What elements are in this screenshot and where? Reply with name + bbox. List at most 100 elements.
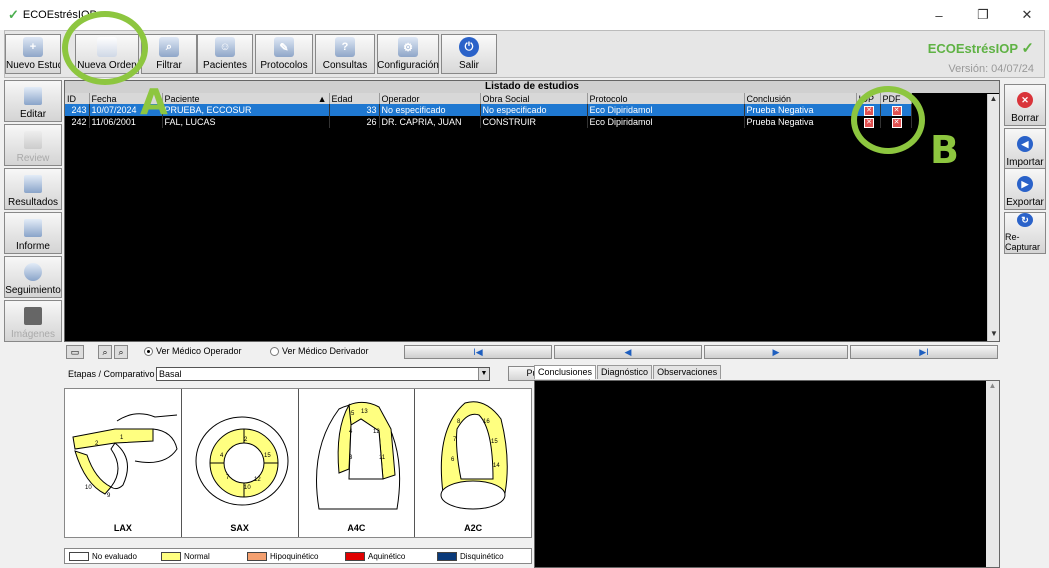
zoom-in-icon[interactable]: ⌕ bbox=[98, 345, 112, 359]
configuracion-button[interactable]: ⚙ Configuración bbox=[377, 34, 439, 74]
legend-swatch bbox=[69, 552, 89, 561]
gear-icon: ⚙ bbox=[398, 37, 418, 57]
legend-aquinetico: Aquinético bbox=[345, 552, 405, 561]
svg-text:12: 12 bbox=[254, 477, 261, 483]
delete-icon: ✕ bbox=[1017, 92, 1033, 108]
tab-diagnostico[interactable]: Diagnóstico bbox=[597, 365, 653, 379]
resultados-button[interactable]: Resultados bbox=[4, 168, 62, 210]
radio-on-icon bbox=[144, 346, 153, 356]
legend-swatch bbox=[161, 552, 181, 561]
person-icon: ☺ bbox=[215, 37, 235, 57]
tab-observaciones[interactable]: Observaciones bbox=[653, 365, 722, 379]
svg-text:10: 10 bbox=[244, 485, 251, 491]
view-label: A2C bbox=[464, 523, 483, 533]
close-button[interactable]: ✕ bbox=[1005, 0, 1049, 30]
svg-text:15: 15 bbox=[491, 439, 498, 445]
imagenes-button[interactable]: Imágenes bbox=[4, 300, 62, 342]
etapas-label: Etapas / Comparativo bbox=[68, 369, 155, 379]
brand-check-icon: ✓ bbox=[1021, 40, 1034, 57]
view-sax[interactable]: 2 15 4 12 10 7 SAX bbox=[182, 389, 299, 537]
col-edad[interactable]: Edad bbox=[329, 93, 380, 104]
power-icon: ⏻ bbox=[459, 37, 479, 57]
view-label: A4C bbox=[347, 523, 366, 533]
view-a4c[interactable]: 5 13 4 12 3 11 A4C bbox=[299, 389, 416, 537]
edit-icon: ✎ bbox=[274, 37, 294, 57]
table-row[interactable]: 242 11/06/2001 FAL, LUCAS 26 DR. CAPRIA,… bbox=[65, 116, 912, 128]
scroll-up-icon[interactable]: ▲ bbox=[988, 94, 999, 106]
col-obra-social[interactable]: Obra Social bbox=[480, 93, 588, 104]
monitor-icon[interactable]: ▭ bbox=[66, 345, 84, 359]
col-operador[interactable]: Operador bbox=[379, 93, 481, 104]
sax-heart-diagram: 215 412 107 bbox=[195, 416, 289, 506]
col-protocolo[interactable]: Protocolo bbox=[587, 93, 745, 104]
borrar-button[interactable]: ✕ Borrar bbox=[1004, 84, 1046, 126]
title-bar: ✓ ECOEstrésIOP – ❐ ✕ bbox=[0, 0, 1049, 30]
legend-no-evaluado: No evaluado bbox=[69, 552, 137, 561]
col-conclusion[interactable]: Conclusión bbox=[744, 93, 857, 104]
nuevo-estudio-button[interactable]: +Nuevo Estudio bbox=[5, 34, 61, 74]
studies-table: ID Fecha Paciente ▲ Edad Operador Obra So… bbox=[65, 93, 912, 128]
edit-icon bbox=[24, 175, 42, 193]
view-label: SAX bbox=[230, 523, 249, 533]
pacientes-button[interactable]: ☺ Pacientes bbox=[197, 34, 253, 74]
conclusiones-textarea[interactable]: ▲ bbox=[534, 380, 1000, 568]
legend-swatch bbox=[437, 552, 457, 561]
sort-up-icon: ▲ bbox=[317, 93, 327, 104]
main-toolbar: +Nuevo Estudio Nueva Orden ⌕Filtrar ☺Pac… bbox=[4, 30, 1045, 78]
add-icon: + bbox=[23, 37, 43, 57]
export-icon: ▶ bbox=[1017, 176, 1033, 192]
etapas-select[interactable]: Basal ▼ bbox=[156, 367, 490, 381]
col-id[interactable]: ID bbox=[65, 93, 90, 104]
restore-button[interactable]: ❐ bbox=[961, 0, 1005, 30]
previous-record-button[interactable]: ◀ bbox=[554, 345, 702, 359]
lax-heart-diagram: 21 109 bbox=[72, 413, 178, 499]
brand-panel: ECOEstrésIOP ✓ Versión: 04/07/24 bbox=[928, 39, 1034, 75]
first-record-button[interactable]: I◀ bbox=[404, 345, 552, 359]
segment-legend: No evaluado Normal Hipoquinético Aquinét… bbox=[64, 548, 532, 564]
salir-button[interactable]: ⏻ Salir bbox=[441, 34, 497, 74]
svg-text:11: 11 bbox=[379, 455, 386, 461]
magnifier-icon: ⌕ bbox=[159, 37, 179, 57]
importar-button[interactable]: ◀ Importar bbox=[1004, 128, 1046, 170]
tab-conclusiones[interactable]: Conclusiones bbox=[534, 365, 597, 379]
informe-button[interactable]: Informe bbox=[4, 212, 62, 254]
view-label: LAX bbox=[113, 523, 132, 533]
ver-medico-operador-radio[interactable]: Ver Médico Operador bbox=[144, 346, 242, 356]
seguimiento-button[interactable]: Seguimiento bbox=[4, 256, 62, 298]
notes-tabs: Conclusiones Diagnóstico Observaciones bbox=[534, 365, 1000, 379]
col-paciente[interactable]: Paciente ▲ bbox=[162, 93, 330, 104]
exportar-button[interactable]: ▶ Exportar bbox=[1004, 168, 1046, 210]
last-record-button[interactable]: ▶I bbox=[850, 345, 998, 359]
svg-text:9: 9 bbox=[107, 493, 111, 499]
ver-medico-derivador-radio[interactable]: Ver Médico Derivador bbox=[270, 346, 369, 356]
filtrar-button[interactable]: ⌕ Filtrar bbox=[141, 34, 197, 74]
review-button[interactable]: Review bbox=[4, 124, 62, 166]
conclusiones-scrollbar[interactable]: ▲ bbox=[986, 381, 999, 567]
next-record-button[interactable]: ▶ bbox=[704, 345, 848, 359]
svg-text:16: 16 bbox=[483, 419, 490, 425]
legend-normal: Normal bbox=[161, 552, 210, 561]
re-capturar-button[interactable]: ↻ Re-Capturar bbox=[1004, 212, 1046, 254]
view-a2c[interactable]: 8 16 7 15 6 14 A2C bbox=[415, 389, 531, 537]
images-icon bbox=[24, 307, 42, 325]
annotation-circle-b bbox=[851, 86, 925, 154]
forward-icon bbox=[24, 263, 42, 281]
legend-disquinetico: Disquinético bbox=[437, 552, 504, 561]
table-row[interactable]: 243 10/07/2024 PRUEBA, ECCOSUR 33 No esp… bbox=[65, 104, 912, 116]
svg-text:15: 15 bbox=[264, 453, 271, 459]
minimize-button[interactable]: – bbox=[917, 0, 961, 30]
table-header: ID Fecha Paciente ▲ Edad Operador Obra So… bbox=[65, 93, 912, 104]
legend-swatch bbox=[247, 552, 267, 561]
a4c-heart-diagram: 5 13 4 12 3 11 bbox=[315, 401, 400, 510]
legend-hipoquinetico: Hipoquinético bbox=[247, 552, 318, 561]
view-lax[interactable]: 21 10 9 LAX bbox=[65, 389, 182, 537]
grid-scrollbar[interactable]: ▲ ▼ bbox=[987, 94, 999, 341]
protocolos-button[interactable]: ✎ Protocolos bbox=[255, 34, 313, 74]
version-label: Versión: 04/07/24 bbox=[948, 63, 1034, 75]
consultas-button[interactable]: ? Consultas bbox=[315, 34, 375, 74]
zoom-out-icon[interactable]: ⌕ bbox=[114, 345, 128, 359]
scroll-down-icon[interactable]: ▼ bbox=[988, 329, 1000, 341]
etapas-bar: Etapas / Comparativo Basal▼ Puntuación bbox=[64, 365, 590, 385]
editar-button[interactable]: Editar bbox=[4, 80, 62, 122]
annotation-circle-a bbox=[62, 11, 148, 85]
